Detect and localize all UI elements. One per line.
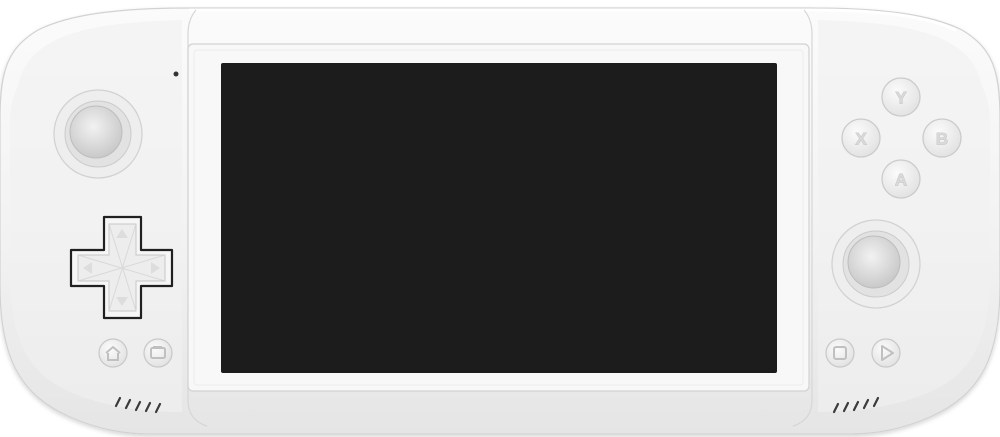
b-button-label: B xyxy=(936,130,948,149)
a-button[interactable]: A xyxy=(881,159,921,199)
a-button-label: A xyxy=(895,171,907,190)
left-analog-stick[interactable] xyxy=(53,89,143,179)
console-photo: Y X B A xyxy=(0,0,1000,437)
home-button[interactable] xyxy=(98,338,128,368)
indicator-light xyxy=(173,71,179,77)
display-screen xyxy=(221,63,777,373)
y-button[interactable]: Y xyxy=(881,77,921,117)
right-analog-stick[interactable] xyxy=(831,219,921,309)
play-button[interactable] xyxy=(871,338,901,368)
back-button[interactable] xyxy=(143,338,173,368)
x-button-label: X xyxy=(855,130,867,149)
x-button[interactable]: X xyxy=(841,118,881,158)
stop-button[interactable] xyxy=(825,338,855,368)
y-button-label: Y xyxy=(895,89,907,108)
b-button[interactable]: B xyxy=(922,118,962,158)
